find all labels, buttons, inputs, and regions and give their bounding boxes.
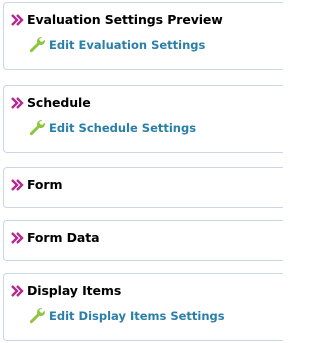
edit-schedule-settings-link[interactable]: Edit Schedule Settings xyxy=(28,119,196,136)
double-chevron-right-icon xyxy=(11,284,24,297)
link-label: Edit Evaluation Settings xyxy=(49,37,206,52)
panel-header-display-items[interactable]: Display Items xyxy=(11,283,121,298)
panel-title: Display Items xyxy=(27,283,122,298)
edit-display-items-settings-link[interactable]: Edit Display Items Settings xyxy=(28,307,225,324)
double-chevron-right-icon xyxy=(11,13,24,26)
panel-header-evaluation-settings-preview[interactable]: Evaluation Settings Preview xyxy=(11,12,223,27)
panel-title: Form xyxy=(27,177,63,192)
panel-header-form-data[interactable]: Form Data xyxy=(11,230,100,245)
wrench-icon xyxy=(29,308,45,324)
wrench-icon xyxy=(29,120,45,136)
panel-header-form[interactable]: Form xyxy=(11,177,63,192)
edit-evaluation-settings-link[interactable]: Edit Evaluation Settings xyxy=(28,36,205,53)
panel-form-data: Form Data xyxy=(3,220,283,261)
panel-title: Evaluation Settings Preview xyxy=(27,12,223,27)
double-chevron-right-icon xyxy=(11,231,24,244)
double-chevron-right-icon xyxy=(11,96,24,109)
panel-display-items: Display Items Edit Display Items Setting… xyxy=(3,273,283,341)
panel-evaluation-settings-preview: Evaluation Settings Preview Edit Evaluat… xyxy=(3,2,283,70)
panel-form: Form xyxy=(3,167,283,208)
panel-title: Schedule xyxy=(27,95,91,110)
panel-schedule: Schedule Edit Schedule Settings xyxy=(3,85,283,153)
double-chevron-right-icon xyxy=(11,178,24,191)
panel-header-schedule[interactable]: Schedule xyxy=(11,95,91,110)
panel-title: Form Data xyxy=(27,230,100,245)
link-label: Edit Schedule Settings xyxy=(49,120,197,135)
link-label: Edit Display Items Settings xyxy=(49,308,225,323)
wrench-icon xyxy=(29,37,45,53)
